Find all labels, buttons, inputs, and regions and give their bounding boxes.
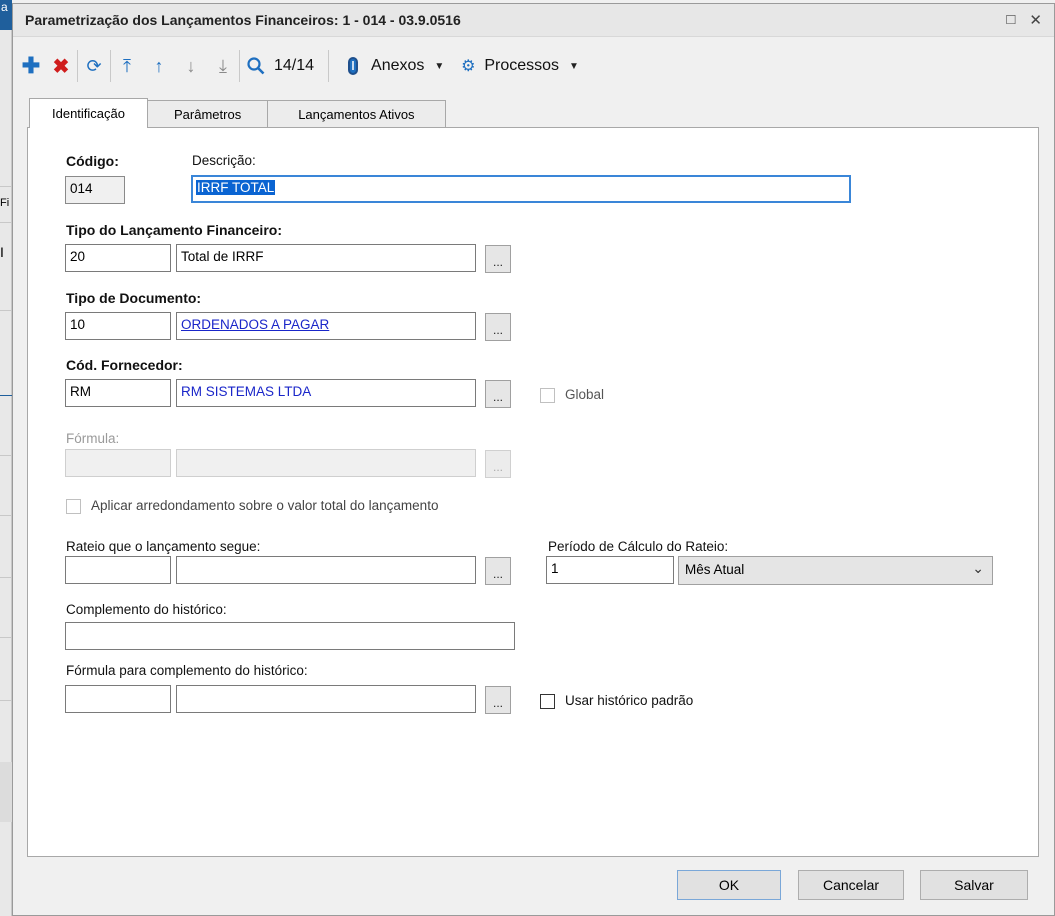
- delete-icon[interactable]: ✖: [49, 51, 73, 81]
- previous-record-icon[interactable]: ↑: [147, 51, 171, 81]
- global-label: Global: [565, 387, 605, 402]
- tipo-documento-label: Tipo de Documento:: [66, 290, 202, 306]
- periodo-field[interactable]: 1: [546, 556, 674, 584]
- form-panel: Código: 014 Descrição: IRRF TOTAL Tipo d…: [27, 127, 1039, 857]
- arredondamento-label: Aplicar arredondamento sobre o valor tot…: [91, 498, 439, 513]
- tipo-documento-code-field[interactable]: 10: [65, 312, 171, 340]
- formula-desc-field[interactable]: [176, 449, 476, 477]
- first-record-icon[interactable]: ⤒: [115, 51, 139, 81]
- tab-identificacao[interactable]: Identificação: [29, 98, 148, 128]
- formula-lookup-button[interactable]: ...: [485, 450, 511, 478]
- anexos-menu[interactable]: Anexos: [371, 57, 424, 75]
- paperclip-icon: [341, 51, 365, 81]
- cancel-button[interactable]: Cancelar: [798, 870, 904, 900]
- usar-historico-checkbox[interactable]: [540, 694, 555, 709]
- add-icon[interactable]: ✚: [19, 51, 43, 81]
- descricao-field[interactable]: IRRF TOTAL: [191, 175, 851, 203]
- codigo-field[interactable]: 014: [65, 176, 125, 204]
- close-icon[interactable]: ✕: [1029, 11, 1042, 29]
- rateio-lookup-button[interactable]: ...: [485, 557, 511, 585]
- chevron-down-icon[interactable]: ▼: [434, 61, 444, 72]
- tab-strip: Identificação Parâmetros Lançamentos Ati…: [29, 98, 446, 128]
- maximize-icon[interactable]: □: [1006, 11, 1015, 29]
- refresh-icon[interactable]: ⟳: [82, 51, 106, 81]
- fornecedor-code-field[interactable]: RM: [65, 379, 171, 407]
- ok-button[interactable]: OK: [677, 870, 781, 900]
- formula-label: Fórmula:: [66, 431, 120, 446]
- tipo-lancamento-desc-field[interactable]: Total de IRRF: [176, 244, 476, 272]
- next-record-icon[interactable]: ↓: [179, 51, 203, 81]
- chevron-down-icon[interactable]: ▼: [569, 61, 579, 72]
- fornecedor-label: Cód. Fornecedor:: [66, 357, 183, 373]
- tipo-lancamento-lookup-button[interactable]: ...: [485, 245, 511, 273]
- tipo-lancamento-label: Tipo do Lançamento Financeiro:: [66, 222, 282, 238]
- background-label-fragment: Fi: [0, 197, 10, 209]
- formula-complemento-code-field[interactable]: [65, 685, 171, 713]
- global-checkbox[interactable]: [540, 388, 555, 403]
- dialog-window: Parametrização dos Lançamentos Financeir…: [12, 3, 1055, 916]
- rateio-label: Rateio que o lançamento segue:: [66, 539, 261, 554]
- usar-historico-label: Usar histórico padrão: [565, 693, 694, 708]
- descricao-label: Descrição:: [192, 153, 256, 168]
- rateio-code-field[interactable]: [65, 556, 171, 584]
- tipo-lancamento-code-field[interactable]: 20: [65, 244, 171, 272]
- codigo-label: Código:: [66, 153, 119, 169]
- record-counter: 14/14: [274, 57, 315, 74]
- chevron-down-icon: ⌄: [972, 560, 984, 576]
- background-title-fragment: a: [0, 0, 12, 30]
- title-bar: Parametrização dos Lançamentos Financeir…: [13, 4, 1054, 37]
- background-window-strip: a Fi I: [0, 0, 12, 916]
- rateio-desc-field[interactable]: [176, 556, 476, 584]
- formula-complemento-lookup-button[interactable]: ...: [485, 686, 511, 714]
- arredondamento-checkbox[interactable]: [66, 499, 81, 514]
- tab-lancamentos-ativos[interactable]: Lançamentos Ativos: [267, 100, 446, 128]
- save-button[interactable]: Salvar: [920, 870, 1028, 900]
- formula-code-field[interactable]: [65, 449, 171, 477]
- periodo-selected-option: Mês Atual: [685, 562, 745, 577]
- tipo-documento-lookup-button[interactable]: ...: [485, 313, 511, 341]
- formula-complemento-desc-field[interactable]: [176, 685, 476, 713]
- processos-menu[interactable]: Processos: [484, 57, 559, 75]
- tipo-documento-desc-link[interactable]: ORDENADOS A PAGAR: [176, 312, 476, 340]
- search-icon[interactable]: [244, 51, 268, 81]
- periodo-select[interactable]: Mês Atual ⌄: [678, 556, 993, 585]
- formula-complemento-label: Fórmula para complemento do histórico:: [66, 663, 308, 678]
- toolbar: ✚ ✖ ⟳ ⤒ ↑ ↓ ⤓ 14/14 Anexos ▼ ⚙ Processos…: [13, 37, 1054, 95]
- periodo-label: Período de Cálculo do Rateio:: [548, 539, 729, 554]
- complemento-field[interactable]: [65, 622, 515, 650]
- background-label-fragment-2: I: [0, 244, 4, 260]
- fornecedor-desc-field[interactable]: RM SISTEMAS LTDA: [176, 379, 476, 407]
- fornecedor-lookup-button[interactable]: ...: [485, 380, 511, 408]
- window-title: Parametrização dos Lançamentos Financeir…: [25, 12, 461, 28]
- descricao-value: IRRF TOTAL: [196, 180, 276, 195]
- gear-icon: ⚙: [461, 58, 476, 75]
- last-record-icon[interactable]: ⤓: [211, 51, 235, 81]
- complemento-label: Complemento do histórico:: [66, 602, 227, 617]
- tab-parametros[interactable]: Parâmetros: [147, 100, 269, 128]
